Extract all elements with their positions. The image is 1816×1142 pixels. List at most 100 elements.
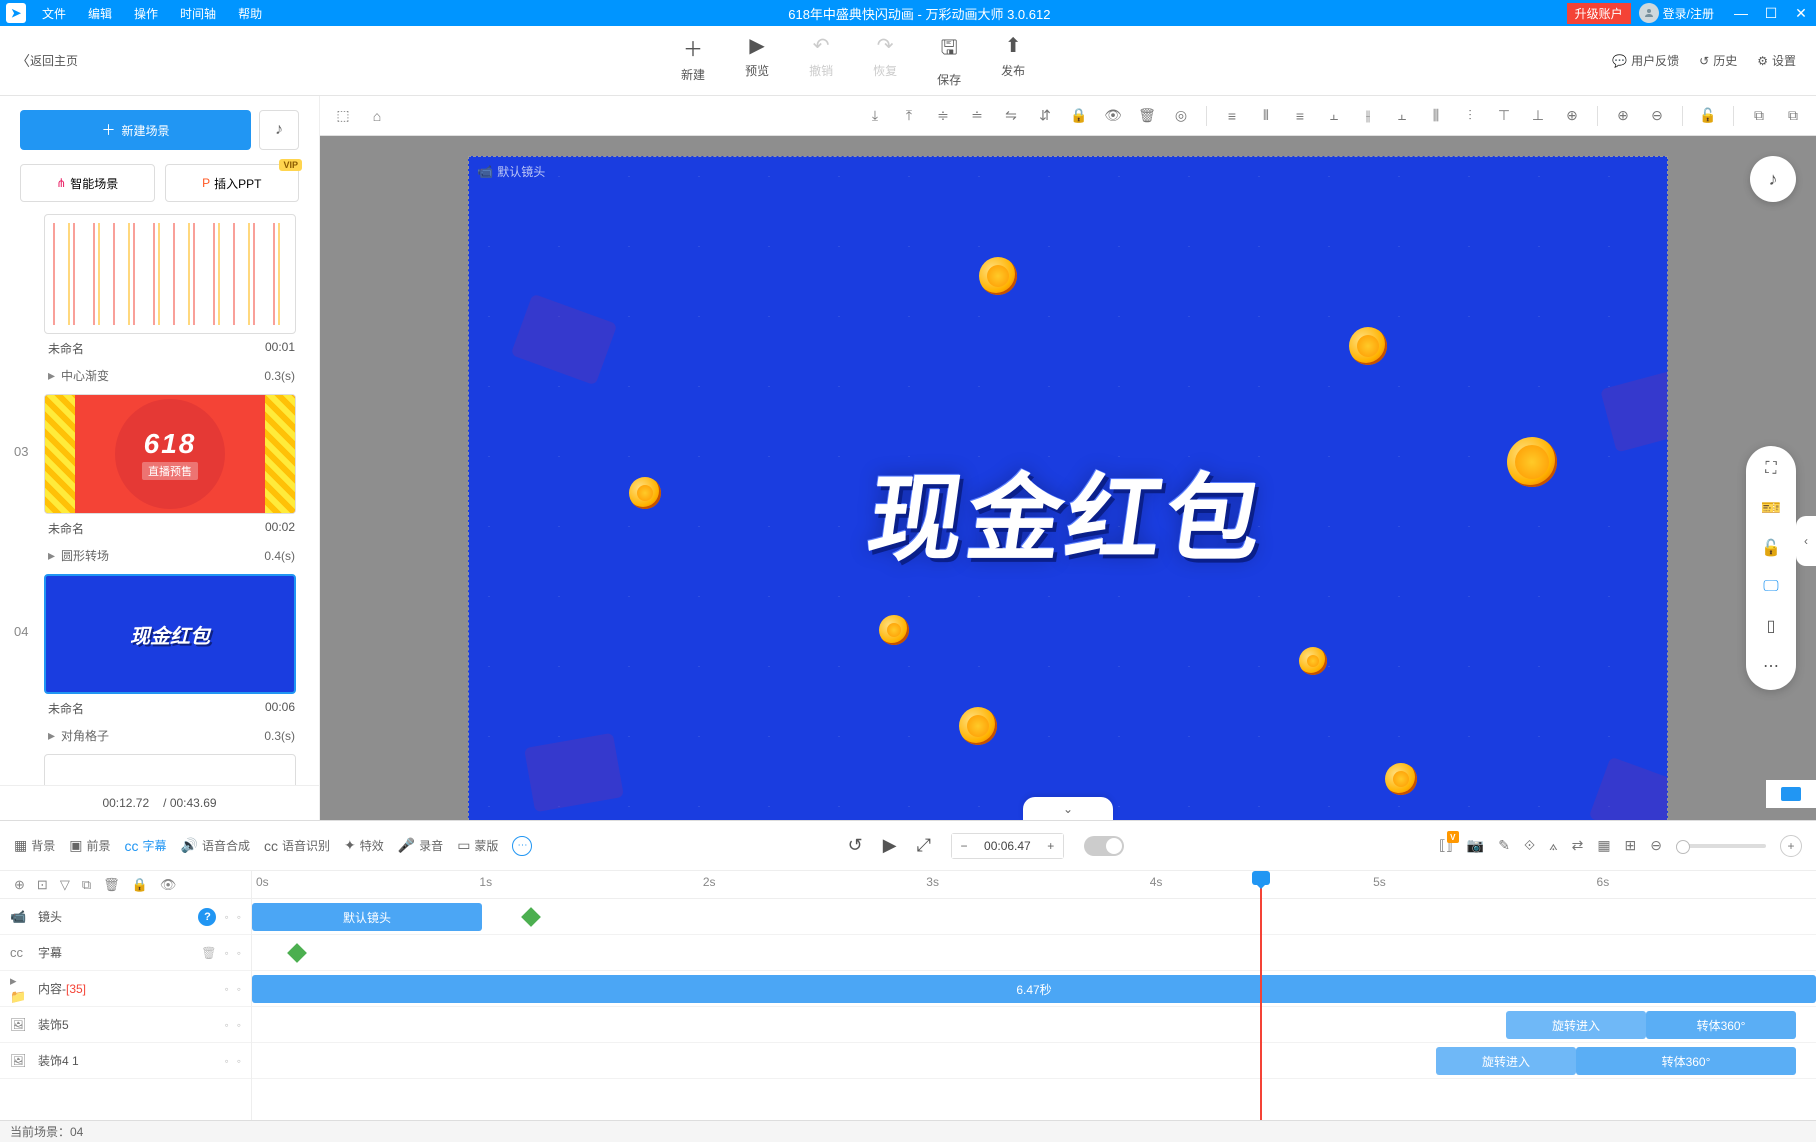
zoom-in-icon[interactable]: ⊕	[1610, 103, 1636, 129]
preview-button[interactable]: ▶预览	[745, 33, 769, 88]
more-icon[interactable]: ⋯	[1763, 656, 1779, 676]
bottom-align-icon[interactable]: ⊥	[1525, 103, 1551, 129]
scene-item[interactable]: 未命名00:01 ▸中心渐变0.3(s)	[0, 214, 319, 394]
menu-file[interactable]: 文件	[32, 5, 76, 22]
track-content[interactable]: ▸📁 内容-[35] ◦ ◦	[0, 971, 251, 1007]
track-row[interactable]: 6.47秒	[252, 971, 1816, 1007]
effect-clip[interactable]: 转体360°	[1646, 1011, 1796, 1039]
track-dot[interactable]: ◦	[237, 982, 241, 996]
effect-clip[interactable]: 转体360°	[1576, 1047, 1796, 1075]
maximize-button[interactable]: ☐	[1756, 0, 1786, 26]
login-link[interactable]: 登录/注册	[1663, 5, 1714, 22]
zoom-minus-icon[interactable]: ⊖	[1650, 837, 1662, 854]
tab-asr[interactable]: cc语音识别	[264, 837, 330, 854]
scene-transition[interactable]: ▸中心渐变0.3(s)	[44, 363, 299, 394]
dist-v-icon[interactable]: ⫶	[1457, 103, 1483, 129]
tab-mask[interactable]: ▭蒙版	[457, 837, 498, 854]
ticket-icon[interactable]: 🎫	[1761, 498, 1781, 518]
tab-subtitle[interactable]: cc字幕	[125, 837, 167, 854]
fullscreen-icon[interactable]: ⛶	[1765, 460, 1776, 478]
keyframe-icon[interactable]	[522, 903, 540, 931]
align-right-icon[interactable]: ≡	[1287, 103, 1313, 129]
track-row[interactable]	[252, 935, 1816, 971]
align-top-icon[interactable]: ⤒	[896, 103, 922, 129]
menu-edit[interactable]: 编辑	[78, 5, 122, 22]
keyframe-icon[interactable]	[288, 939, 306, 967]
time-plus[interactable]: +	[1039, 834, 1063, 858]
help-icon[interactable]: ?	[198, 908, 216, 926]
track-row[interactable]: 旋转进入 转体360°	[252, 1007, 1816, 1043]
settings-button[interactable]: ⚙设置	[1757, 52, 1796, 69]
trash-track-icon[interactable]: 🗑	[103, 877, 120, 893]
rewind-button[interactable]: ↺	[848, 835, 863, 856]
eye-icon[interactable]: 👁	[160, 877, 177, 893]
scene-list[interactable]: 未命名00:01 ▸中心渐变0.3(s) 03 618直播预售 未命名00:02…	[0, 214, 319, 785]
collapse-canvas-button[interactable]: ⌄	[1023, 797, 1113, 820]
track-dot[interactable]: ◦	[237, 946, 241, 960]
desktop-icon[interactable]: 🖵	[1763, 578, 1778, 596]
target-icon[interactable]: ◎	[1168, 103, 1194, 129]
track-camera[interactable]: 📹 镜头 ? ◦ ◦	[0, 899, 251, 935]
zoom-out-icon[interactable]: ⊖	[1644, 103, 1670, 129]
lock-track-icon[interactable]: ▽	[60, 877, 70, 893]
frame-icon[interactable]: ▦	[1597, 837, 1610, 854]
edit-icon[interactable]: ✎	[1498, 837, 1510, 854]
scene-thumbnail[interactable]	[44, 754, 296, 785]
del-icon[interactable]: 🗑	[201, 946, 216, 960]
align-center-icon[interactable]: ⫴	[1253, 103, 1279, 129]
copy-icon[interactable]: ⧉	[1746, 103, 1772, 129]
tab-record[interactable]: 🎤录音	[398, 837, 443, 854]
unlock-tool-icon[interactable]: 🔓	[1761, 538, 1781, 558]
timeline-grid[interactable]: 0s 1s 2s 3s 4s 5s 6s 默认镜头 6.47秒	[252, 871, 1816, 1120]
tab-tts[interactable]: 🔊语音合成	[181, 837, 250, 854]
expand-button[interactable]: ⤢	[917, 835, 931, 856]
delete-icon[interactable]: 🗑	[1134, 103, 1160, 129]
add-track-icon[interactable]: ⊕	[14, 877, 25, 893]
top-align-icon[interactable]: ⊤	[1491, 103, 1517, 129]
zoom-slider[interactable]	[1676, 844, 1766, 848]
corner-widget[interactable]	[1766, 780, 1816, 808]
insert-ppt-button[interactable]: P插入PPTVIP	[165, 164, 300, 202]
loop-switch[interactable]	[1084, 836, 1124, 856]
canvas[interactable]: 📹 默认镜头 现金红包	[468, 156, 1668, 820]
filter-icon[interactable]: ⟑	[1549, 837, 1558, 854]
scene-thumbnail[interactable]: 现金红包	[44, 574, 296, 694]
paste-icon[interactable]: ⧉	[1780, 103, 1806, 129]
play-button[interactable]: ▶	[883, 835, 897, 856]
adjust-icon[interactable]: ⇄	[1572, 837, 1584, 854]
scene-transition[interactable]: ▸圆形转场0.4(s)	[44, 543, 299, 574]
back-home-button[interactable]: 〈 返回主页	[0, 51, 94, 71]
flip-v-icon[interactable]: ⇵	[1032, 103, 1058, 129]
menu-help[interactable]: 帮助	[228, 5, 272, 22]
dist-h-icon[interactable]: ⫼	[1423, 103, 1449, 129]
main-text[interactable]: 现金红包	[860, 443, 1275, 580]
track-decor-5[interactable]: 🖼 装饰5 ◦ ◦	[0, 1007, 251, 1043]
folder-icon[interactable]: ⊡	[37, 877, 48, 893]
effect-clip[interactable]: 旋转进入	[1506, 1011, 1646, 1039]
align-bottom-icon[interactable]: ⤓	[862, 103, 888, 129]
avatar-icon[interactable]	[1639, 3, 1659, 23]
scene-transition[interactable]: ▸对角格子0.3(s)	[44, 723, 299, 754]
align-middle-icon[interactable]: ≑	[930, 103, 956, 129]
track-dot[interactable]: ◦	[224, 1018, 228, 1032]
marker-icon[interactable]: ⟦⟧V	[1439, 837, 1453, 854]
track-subtitle[interactable]: cc 字幕 🗑 ◦ ◦	[0, 935, 251, 971]
tab-bg[interactable]: ▦背景	[14, 837, 55, 854]
time-minus[interactable]: −	[952, 834, 976, 858]
track-row[interactable]: 旋转进入 转体360°	[252, 1043, 1816, 1079]
padlock-icon[interactable]: 🔒	[132, 877, 148, 893]
track-dot[interactable]: ◦	[237, 1018, 241, 1032]
publish-button[interactable]: ⬆发布	[1001, 33, 1025, 88]
menu-timeline[interactable]: 时间轴	[170, 5, 226, 22]
unlock-icon[interactable]: 🔓	[1695, 103, 1721, 129]
music-button[interactable]: ♪	[259, 110, 299, 150]
tab-fx[interactable]: ✦特效	[344, 837, 384, 854]
playhead[interactable]	[1260, 871, 1262, 1120]
timeline-ruler[interactable]: 0s 1s 2s 3s 4s 5s 6s	[252, 871, 1816, 899]
grid-icon[interactable]: ⊞	[1625, 837, 1637, 854]
subtitle-extra[interactable]: ⋯	[512, 836, 532, 856]
music-fab[interactable]: ♪	[1750, 156, 1796, 202]
new-scene-button[interactable]: ＋ 新建场景	[20, 110, 251, 150]
upgrade-button[interactable]: 升级账户	[1567, 3, 1631, 24]
copy-track-icon[interactable]: ⧉	[82, 877, 91, 893]
